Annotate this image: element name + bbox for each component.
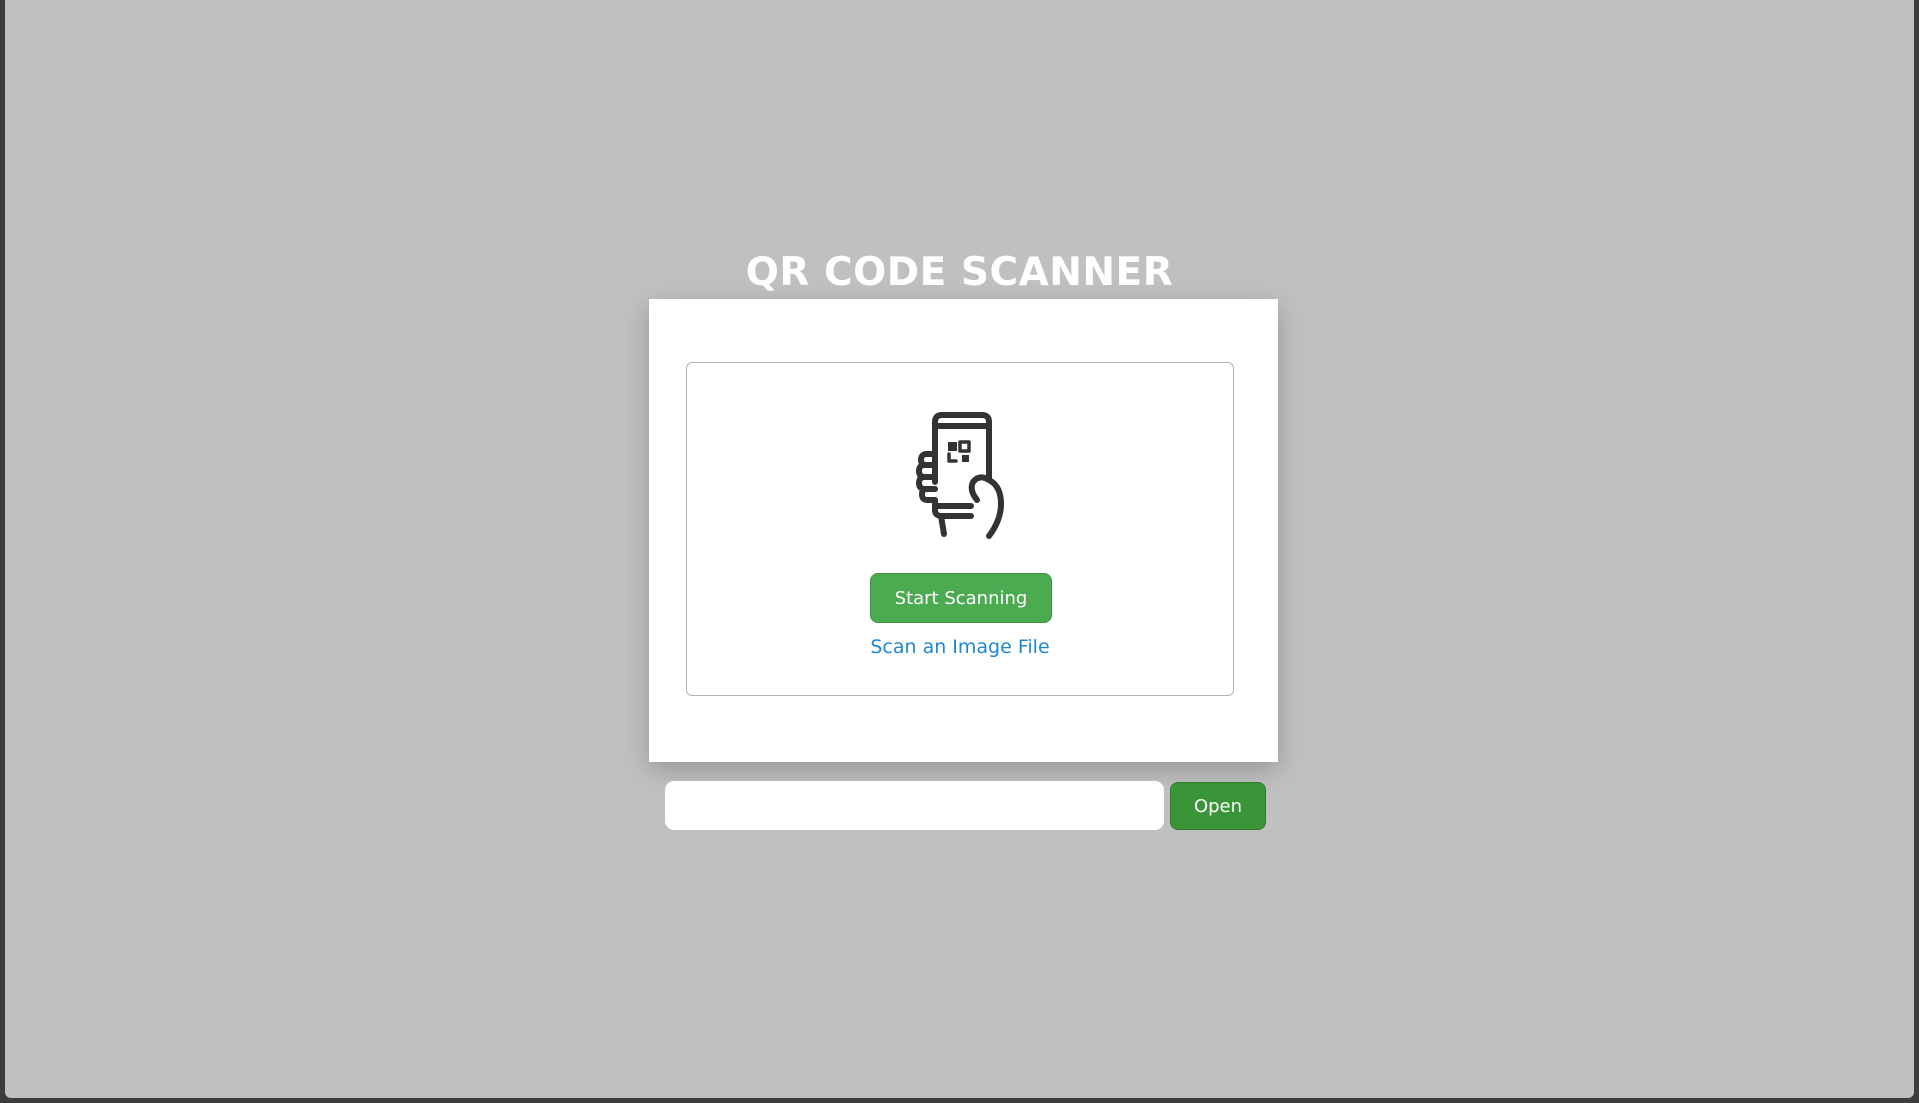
url-input[interactable] — [664, 780, 1165, 831]
page-viewport: QR CODE SCANNER Start Scanning Scan an I… — [5, 0, 1914, 1098]
scan-region: Start Scanning Scan an Image File — [686, 362, 1234, 696]
open-button[interactable]: Open — [1170, 782, 1266, 830]
page-title: QR CODE SCANNER — [745, 250, 1174, 295]
scanner-card: Start Scanning Scan an Image File — [649, 299, 1278, 762]
window-frame: QR CODE SCANNER Start Scanning Scan an I… — [0, 0, 1919, 1103]
phone-qr-hand-icon — [916, 412, 1004, 539]
start-scanning-button[interactable]: Start Scanning — [870, 573, 1052, 623]
scan-image-file-link[interactable]: Scan an Image File — [687, 636, 1233, 658]
